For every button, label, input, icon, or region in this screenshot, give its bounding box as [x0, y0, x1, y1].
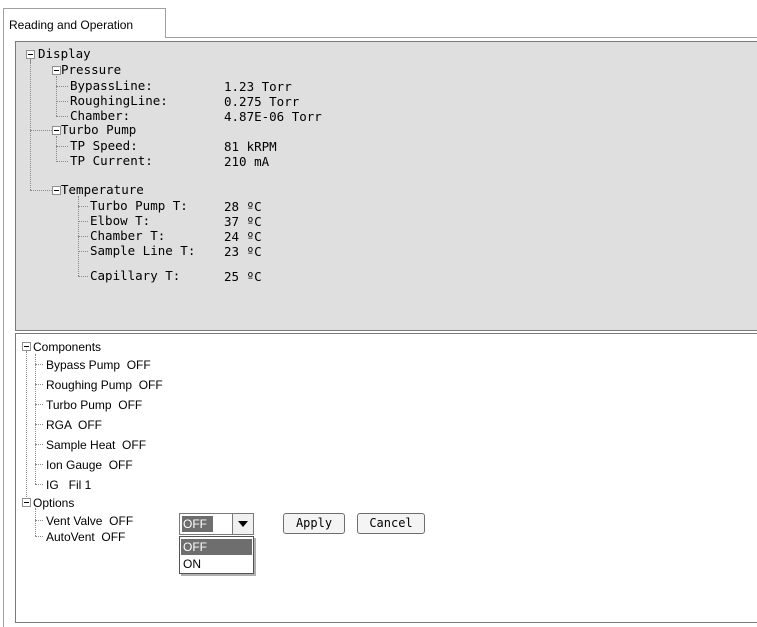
- chamber-t-label: Chamber T:: [90, 228, 166, 243]
- sample-line-t-label: Sample Line T:: [90, 243, 196, 258]
- pressure-roughingline-label: RoughingLine:: [70, 93, 168, 108]
- pressure-roughingline-value: 0.275 Torr: [224, 94, 300, 109]
- apply-button[interactable]: Apply: [283, 513, 345, 534]
- collapse-components-icon[interactable]: [22, 342, 31, 351]
- tab-strip: Reading and Operation: [0, 0, 757, 38]
- dropdown-option-on[interactable]: ON: [181, 556, 252, 572]
- sample-line-t-value: 23 ºC: [224, 244, 262, 259]
- cancel-button[interactable]: Cancel: [357, 513, 425, 534]
- components-tree[interactable]: Components Bypass Pump OFF Roughing Pump…: [15, 333, 757, 623]
- dropdown-button[interactable]: [232, 514, 253, 534]
- elbow-t-value: 37 ºC: [224, 214, 262, 229]
- pressure-node[interactable]: Pressure: [61, 63, 121, 77]
- collapse-turbo-pump-icon[interactable]: [52, 126, 61, 135]
- turbo-pump-t-value: 28 ºC: [224, 199, 262, 214]
- tp-speed-value: 81 kRPM: [224, 139, 277, 154]
- chevron-down-icon: [238, 521, 248, 527]
- component-ion-gauge[interactable]: Ion Gauge OFF: [46, 458, 133, 472]
- collapse-temperature-icon[interactable]: [52, 186, 61, 195]
- component-ig-fil[interactable]: IG Fil 1: [46, 478, 91, 492]
- vent-valve-selected-value: OFF: [182, 516, 213, 532]
- tp-current-label: TP Current:: [70, 153, 153, 168]
- pressure-chamber-value: 4.87E-06 Torr: [224, 109, 322, 124]
- turbo-pump-node[interactable]: Turbo Pump: [61, 123, 136, 137]
- elbow-t-label: Elbow T:: [90, 213, 151, 228]
- pressure-chamber-label: Chamber:: [70, 108, 131, 123]
- tp-current-value: 210 mA: [224, 154, 270, 169]
- option-autovent[interactable]: AutoVent OFF: [46, 530, 125, 544]
- display-tree[interactable]: Display Pressure BypassLine: 1.23 Torr R…: [15, 41, 757, 331]
- collapse-options-icon[interactable]: [22, 498, 31, 507]
- temperature-node[interactable]: Temperature: [61, 183, 144, 197]
- component-turbo-pump[interactable]: Turbo Pump OFF: [46, 398, 142, 412]
- component-roughing-pump[interactable]: Roughing Pump OFF: [46, 378, 163, 392]
- collapse-pressure-icon[interactable]: [52, 66, 61, 75]
- components-node[interactable]: Components: [33, 340, 101, 354]
- dropdown-option-off[interactable]: OFF: [181, 539, 252, 555]
- vent-valve-dropdown-list: OFF ON: [179, 536, 254, 574]
- turbo-pump-t-label: Turbo Pump T:: [90, 198, 188, 213]
- pressure-bypassline-label: BypassLine:: [70, 78, 153, 93]
- collapse-display-icon[interactable]: [26, 50, 35, 59]
- display-node[interactable]: Display: [38, 47, 91, 61]
- capillary-t-label: Capillary T:: [90, 268, 181, 283]
- options-node[interactable]: Options: [33, 496, 74, 510]
- option-vent-valve[interactable]: Vent Valve OFF: [46, 514, 133, 528]
- component-bypass-pump[interactable]: Bypass Pump OFF: [46, 358, 151, 372]
- pressure-bypassline-value: 1.23 Torr: [224, 79, 292, 94]
- component-sample-heat[interactable]: Sample Heat OFF: [46, 438, 146, 452]
- chamber-t-value: 24 ºC: [224, 229, 262, 244]
- component-rga[interactable]: RGA OFF: [46, 418, 102, 432]
- tab-reading-and-operation[interactable]: Reading and Operation: [3, 8, 166, 38]
- tab-label: Reading and Operation: [9, 18, 134, 32]
- tp-speed-label: TP Speed:: [70, 138, 138, 153]
- capillary-t-value: 25 ºC: [224, 269, 262, 284]
- vent-valve-select[interactable]: OFF: [179, 513, 254, 535]
